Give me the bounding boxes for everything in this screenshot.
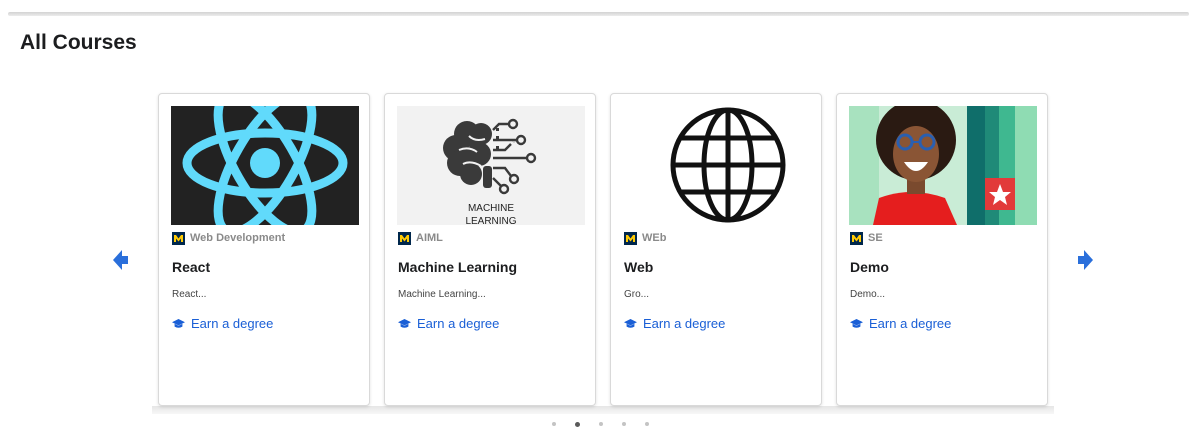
course-thumbnail <box>623 106 811 225</box>
partner-name: SE <box>868 232 883 244</box>
partner-name: AIML <box>416 232 443 244</box>
react-logo-icon <box>171 106 359 225</box>
carousel-dot-2[interactable] <box>575 421 580 427</box>
earn-degree-label: Earn a degree <box>869 316 952 331</box>
carousel-dot-3[interactable] <box>599 422 603 426</box>
ml-image-caption-line2: LEARNING <box>465 216 516 225</box>
machine-learning-brain-icon: MACHINE LEARNING <box>397 106 585 225</box>
earn-degree-link[interactable]: Earn a degree <box>172 316 273 331</box>
carousel-dot-1[interactable] <box>552 422 556 426</box>
carousel-prev-button[interactable] <box>113 250 129 270</box>
university-logo-icon <box>850 231 863 245</box>
partner-row: AIML <box>398 231 443 245</box>
carousel-pagination <box>552 421 649 427</box>
carousel-next-button[interactable] <box>1077 250 1093 270</box>
earn-degree-label: Earn a degree <box>417 316 500 331</box>
course-card-demo[interactable]: SE Demo Demo... Earn a degree <box>836 93 1048 406</box>
earn-degree-label: Earn a degree <box>643 316 726 331</box>
university-logo-icon <box>172 231 185 245</box>
carousel-dot-4[interactable] <box>622 422 626 426</box>
university-logo-icon <box>398 231 411 245</box>
partner-name: Web Development <box>190 232 286 244</box>
globe-icon <box>623 106 811 225</box>
course-title: React <box>172 259 211 275</box>
arrow-right-icon <box>1078 250 1093 270</box>
course-title: Web <box>624 259 654 275</box>
graduation-cap-icon <box>172 318 185 328</box>
partner-row: WEb <box>624 231 666 245</box>
partner-row: SE <box>850 231 883 245</box>
graduation-cap-icon <box>398 318 411 328</box>
course-card-machine-learning[interactable]: MACHINE LEARNING AIML Machine Learning M… <box>384 93 596 406</box>
earn-degree-label: Earn a degree <box>191 316 274 331</box>
graduation-cap-icon <box>850 318 863 328</box>
course-title: Demo <box>850 259 889 275</box>
course-thumbnail: MACHINE LEARNING <box>397 106 585 225</box>
courses-carousel: Web Development React React... Earn a de… <box>0 0 1197 432</box>
carousel-track-shadow <box>152 406 1054 414</box>
course-thumbnail <box>171 106 359 225</box>
university-logo-icon <box>624 231 637 245</box>
course-description: Demo... <box>850 289 886 300</box>
course-card-web[interactable]: WEb Web Gro... Earn a degree <box>610 93 822 406</box>
partner-name: WEb <box>642 232 667 244</box>
course-card-react[interactable]: Web Development React React... Earn a de… <box>158 93 370 406</box>
course-description: React... <box>172 289 207 300</box>
smiling-person-photo-icon <box>849 106 1037 225</box>
course-title: Machine Learning <box>398 259 518 275</box>
graduation-cap-icon <box>624 318 637 328</box>
course-description: Machine Learning... <box>398 289 486 300</box>
earn-degree-link[interactable]: Earn a degree <box>850 316 951 331</box>
earn-degree-link[interactable]: Earn a degree <box>398 316 499 331</box>
course-description: Gro... <box>624 289 650 300</box>
course-thumbnail <box>849 106 1037 225</box>
carousel-dot-5[interactable] <box>645 422 649 426</box>
ml-image-caption-line1: MACHINE <box>468 203 514 214</box>
partner-row: Web Development <box>172 231 285 245</box>
arrow-left-icon <box>113 250 128 270</box>
earn-degree-link[interactable]: Earn a degree <box>624 316 725 331</box>
